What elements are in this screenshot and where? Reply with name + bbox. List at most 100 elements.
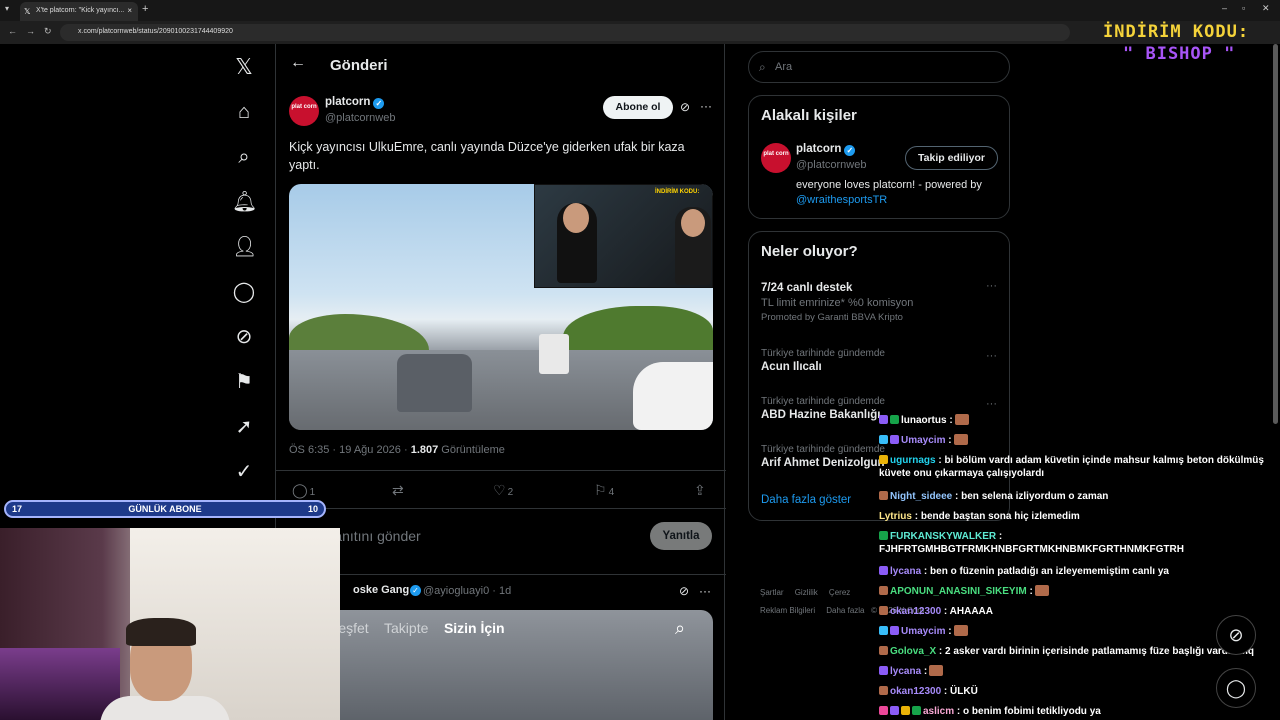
author-handle[interactable]: @platcornweb xyxy=(325,112,395,124)
relevant-people-title: Alakalı kişiler xyxy=(761,107,857,124)
page-scrollbar[interactable] xyxy=(1273,44,1278,424)
next-tweet[interactable]: oske Gang ✓ @ayiogluayi0 · 1d ⊘ ··· Keşf… xyxy=(289,584,713,720)
tweet-time[interactable]: ÖS 6:35 · 19 Ağu 2026 · xyxy=(289,444,411,456)
chat-user[interactable]: lycana xyxy=(890,566,921,577)
author-name[interactable]: platcorn xyxy=(325,96,370,108)
tab-menu-icon[interactable]: ▾ xyxy=(5,4,9,13)
trend-context: Türkiye tarihinde gündemde xyxy=(761,348,885,359)
maximize-icon[interactable]: ▫ xyxy=(1242,3,1245,13)
tweet2-media[interactable]: Keşfet Takipte Sizin İçin ⌕ xyxy=(289,610,713,720)
x-logo-icon[interactable]: 𝕏 xyxy=(232,55,256,79)
follow-icon[interactable]: 👤︎ xyxy=(232,235,257,259)
view-count: 1.807 xyxy=(410,444,439,456)
tweet2-author-name[interactable]: oske Gang xyxy=(353,584,409,596)
forward-nav-icon[interactable]: → xyxy=(26,26,35,36)
chat-user[interactable]: Umaycim xyxy=(901,435,945,446)
chat-user[interactable]: ugurnags xyxy=(890,455,936,466)
bookmark-action[interactable]: ⚐ 4 xyxy=(594,482,614,500)
verified-orgs-icon[interactable]: ✓ xyxy=(232,460,256,484)
main-column: ← Gönderi plat corn platcorn ✓ @platcornw… xyxy=(275,44,726,720)
verified-badge-icon: ✓ xyxy=(373,98,385,109)
trend-item[interactable]: 7/24 canlı destek TL limit emrinize* %0 … xyxy=(761,280,1001,323)
sub-label: GÜNLÜK ABONE xyxy=(128,504,202,514)
repost-action[interactable]: ⇄ xyxy=(392,482,404,500)
back-arrow-icon[interactable]: ← xyxy=(290,54,306,72)
bio-link[interactable]: @wraithesportsTR xyxy=(796,194,887,206)
trend-more-icon[interactable]: ··· xyxy=(986,398,997,410)
chat-badge-icon xyxy=(912,706,921,715)
tweet-video[interactable]: İNDİRİM KODU: xyxy=(289,184,713,430)
trend-item[interactable]: Türkiye tarihinde gündemde Acun Ilıcalı xyxy=(761,348,1001,373)
person-name-row[interactable]: platcorn ✓ xyxy=(796,143,856,156)
footer-link[interactable]: Daha fazla xyxy=(826,606,864,615)
chat-user[interactable]: Golova_X xyxy=(890,646,936,657)
chat-user[interactable]: APONUN_ANASINI_SIKEYIM xyxy=(890,586,1027,597)
chat-user[interactable]: Night_sideee xyxy=(890,491,952,502)
reply-action[interactable]: ◯ 1 xyxy=(292,482,315,500)
footer-link[interactable]: Reklam Bilgileri xyxy=(760,606,815,615)
chat-user[interactable]: okan12300 xyxy=(890,686,941,697)
avatar[interactable]: plat corn xyxy=(289,96,319,126)
promo-code-value: " BISHOP " xyxy=(1123,44,1236,64)
new-tab-button[interactable]: + xyxy=(142,3,148,15)
trend-more-icon[interactable]: ··· xyxy=(986,280,997,292)
media-search-icon: ⌕ xyxy=(675,618,686,638)
address-bar[interactable]: x.com/platcornweb/status/209010023174440… xyxy=(60,24,1070,41)
grok-small-icon[interactable]: ⊘ xyxy=(680,100,690,114)
person-name[interactable]: platcorn xyxy=(796,143,841,155)
more-options-icon[interactable]: ··· xyxy=(699,584,711,598)
reload-icon[interactable]: ↻ xyxy=(44,26,52,37)
footer-link[interactable]: Çerez xyxy=(829,588,850,597)
chat-text: : xyxy=(921,666,928,677)
footer-link[interactable]: Şartlar xyxy=(760,588,784,597)
messages-icon[interactable]: ◯ xyxy=(232,280,256,304)
chat-badge-icon xyxy=(879,455,888,464)
chat-user[interactable]: lycana xyxy=(890,666,921,677)
home-icon[interactable]: ⌂ xyxy=(232,100,256,124)
stream-chat: lunaortus : Umaycim : ugurnags : bi bölü… xyxy=(876,410,1276,720)
url-text[interactable]: x.com/platcornweb/status/209010023174440… xyxy=(78,28,233,35)
reply-button[interactable]: Yanıtla xyxy=(650,522,712,550)
grok-fab-icon[interactable]: ⊘ xyxy=(1216,615,1256,655)
following-button[interactable]: Takip ediliyor xyxy=(905,146,998,170)
like-count: 2 xyxy=(507,487,514,498)
reply-input[interactable]: Yanıtını gönder xyxy=(326,528,421,544)
like-action[interactable]: ♡ 2 xyxy=(493,482,513,500)
tab-close-icon[interactable]: × xyxy=(127,6,132,15)
subscribe-button[interactable]: Abone ol xyxy=(603,96,673,119)
divider xyxy=(276,574,726,575)
more-options-icon[interactable]: ··· xyxy=(700,99,712,113)
neon-shelf xyxy=(0,648,120,720)
back-nav-icon[interactable]: ← xyxy=(8,26,17,36)
author-name-row[interactable]: platcorn ✓ xyxy=(325,96,385,109)
close-window-icon[interactable]: ✕ xyxy=(1262,3,1270,14)
chat-user[interactable]: okan12300 xyxy=(890,606,941,617)
browser-tab[interactable]: 𝕏 X'te platcorn: "Kick yayıncı... × xyxy=(20,2,138,21)
grok-icon[interactable]: ⊘ xyxy=(232,325,256,349)
chat-user[interactable]: aslicm xyxy=(923,706,954,717)
footer-link[interactable]: Gizlilik xyxy=(795,588,818,597)
chat-badge-icon xyxy=(879,531,888,540)
chat-user[interactable]: lunaortus xyxy=(901,415,947,426)
views-label: Görüntüleme xyxy=(438,444,505,456)
rocket-icon[interactable]: ➚ xyxy=(232,415,256,439)
search-input[interactable]: ⌕ Ara xyxy=(748,51,1010,83)
chat-user[interactable]: Umaycim xyxy=(901,626,945,637)
person-bio: everyone loves platcorn! - powered by @w… xyxy=(796,178,1006,208)
person-handle[interactable]: @platcornweb xyxy=(796,159,866,171)
avatar[interactable]: plat corn xyxy=(761,143,791,173)
chat-user[interactable]: FURKANSKYWALKER xyxy=(890,531,996,542)
tweet2-handle[interactable]: @ayiogluayi0 · 1d xyxy=(423,585,511,597)
chat-badge-icon xyxy=(879,666,888,675)
notifications-icon[interactable]: 🔔︎ xyxy=(232,190,257,214)
show-more-link[interactable]: Daha fazla göster xyxy=(761,494,851,506)
bookmarks-icon[interactable]: ⚑ xyxy=(232,370,256,394)
trend-more-icon[interactable]: ··· xyxy=(986,350,997,362)
minimize-icon[interactable]: – xyxy=(1222,3,1227,13)
messages-fab-icon[interactable]: ◯ xyxy=(1216,668,1256,708)
chat-badge-icon xyxy=(879,415,888,424)
grok-small-icon[interactable]: ⊘ xyxy=(679,584,689,598)
share-icon[interactable]: ⇪ xyxy=(694,482,706,499)
explore-icon[interactable]: ⌕ xyxy=(232,145,256,169)
chat-user[interactable]: Lytrius xyxy=(879,511,912,522)
